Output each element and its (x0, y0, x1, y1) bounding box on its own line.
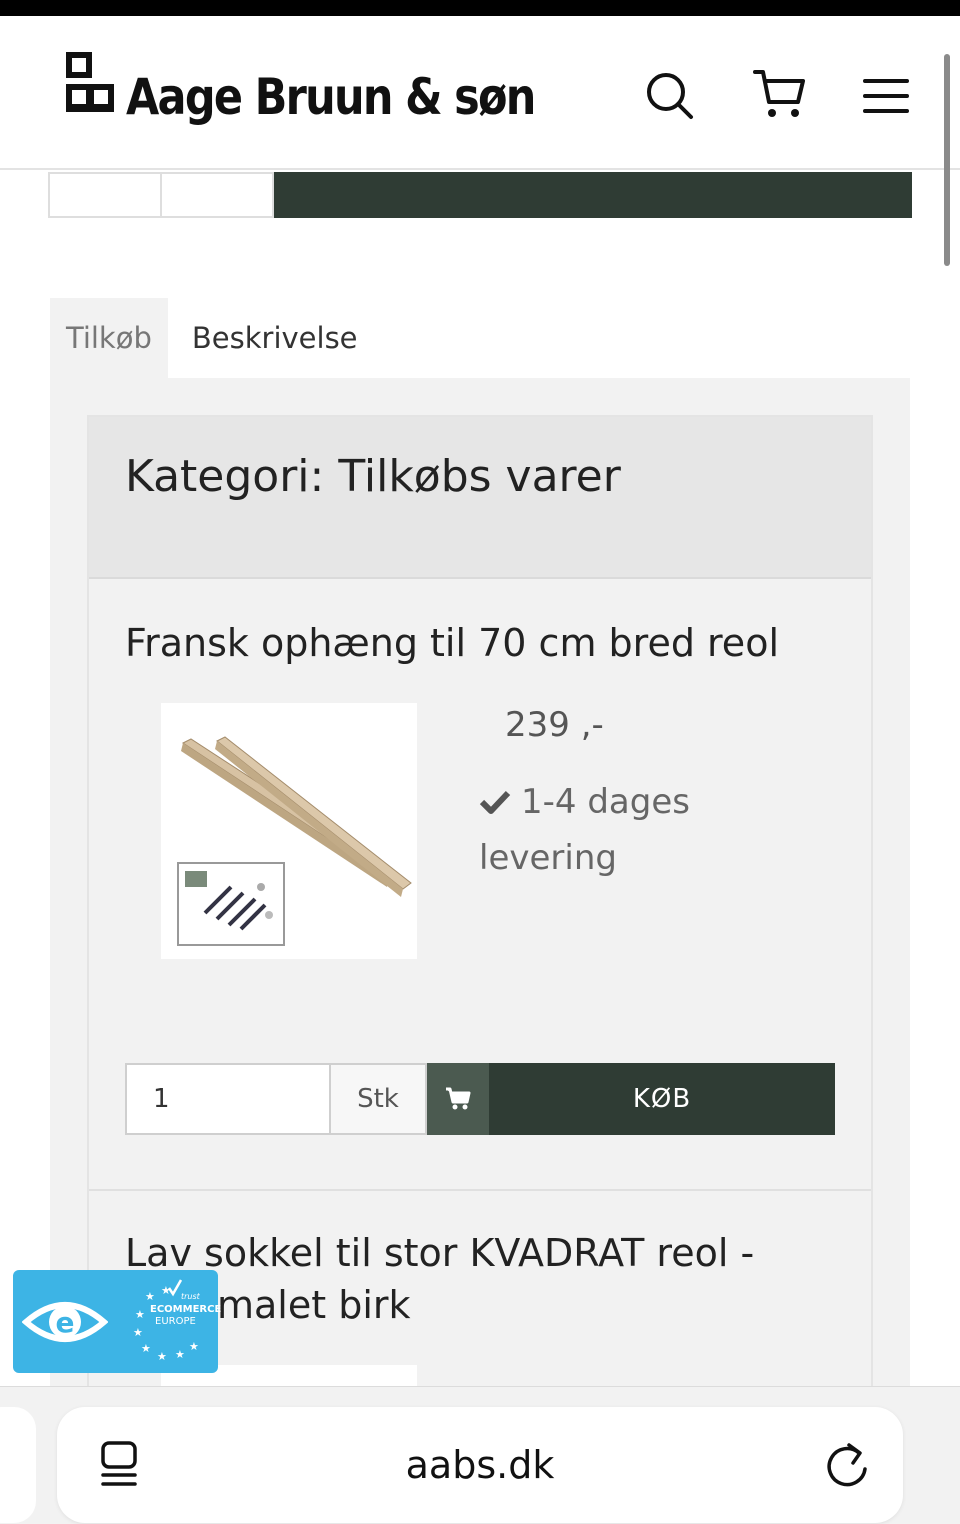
trust-text-2: ECOMMERCE (150, 1304, 222, 1315)
product-title-2-line2[interactable]: malet birk (217, 1279, 411, 1331)
svg-text:★: ★ (189, 1340, 199, 1353)
reload-icon[interactable] (823, 1439, 871, 1495)
search-icon[interactable] (640, 66, 700, 126)
url-text[interactable]: aabs.dk (57, 1443, 903, 1487)
checkmark-icon (479, 777, 511, 831)
product-divider (89, 1189, 871, 1191)
category-card: Kategori: Tilkøbs varer Fransk ophæng ti… (87, 415, 873, 1415)
site-logo[interactable]: Aage Bruun & søn (64, 50, 601, 130)
previous-buy-row (48, 172, 912, 218)
browser-bottom-bar: aabs.dk (0, 1386, 960, 1524)
add-to-cart-icon[interactable] (427, 1063, 489, 1135)
address-bar[interactable]: aabs.dk (57, 1407, 903, 1523)
buy-row: 1 Stk KØB (125, 1063, 835, 1135)
tab-tilkob[interactable]: Tilkøb (50, 298, 168, 378)
status-bar (0, 0, 960, 16)
eu-stars-icon: ★ ★ ★ ★ ★ ★ ★ ★ trust ECOMMERCE EUROPE (117, 1270, 221, 1373)
previous-tab-preview[interactable] (0, 1407, 36, 1523)
product-title-2-line1[interactable]: Lav sokkel til stor KVADRAT reol - (125, 1227, 754, 1279)
unit-label: Stk (331, 1063, 427, 1135)
trust-text-1: trust (181, 1292, 200, 1301)
product-title[interactable]: Fransk ophæng til 70 cm bred reol (125, 617, 779, 669)
product-price: 239 ,- (505, 705, 604, 745)
product-tabs: Tilkøb Beskrivelse (50, 298, 374, 378)
previous-buy-button[interactable] (274, 172, 912, 218)
cart-icon[interactable] (750, 66, 810, 126)
category-heading: Kategori: Tilkøbs varer (89, 417, 871, 579)
svg-text:e: e (56, 1306, 75, 1339)
e-trust-icon: e (13, 1270, 117, 1373)
svg-text:★: ★ (141, 1342, 151, 1355)
trust-text-3: EUROPE (155, 1316, 196, 1327)
delivery-status: 1-4 dages levering (479, 775, 779, 885)
previous-qty-field[interactable] (48, 172, 162, 218)
site-header: Aage Bruun & søn (0, 16, 960, 170)
svg-text:★: ★ (145, 1290, 155, 1303)
tab-beskrivelse[interactable]: Beskrivelse (167, 298, 374, 378)
tab-panel-tilkob: Kategori: Tilkøbs varer Fransk ophæng ti… (50, 378, 910, 1415)
product-image[interactable] (161, 703, 417, 959)
buy-button[interactable]: KØB (489, 1063, 835, 1135)
trust-ecommerce-badge[interactable]: e ★ ★ ★ ★ ★ ★ ★ ★ trust ECOMMERCE EUROPE (13, 1270, 221, 1373)
svg-text:★: ★ (133, 1326, 143, 1339)
logo-text: Aage Bruun & søn (126, 68, 536, 126)
quantity-input[interactable]: 1 (125, 1063, 331, 1135)
logo-mark-icon (64, 52, 116, 128)
svg-text:★: ★ (135, 1308, 145, 1321)
menu-icon[interactable] (856, 66, 916, 126)
page-scrollbar[interactable] (944, 54, 950, 266)
svg-text:★: ★ (157, 1350, 167, 1363)
previous-unit-field (162, 172, 274, 218)
svg-text:★: ★ (175, 1348, 185, 1361)
